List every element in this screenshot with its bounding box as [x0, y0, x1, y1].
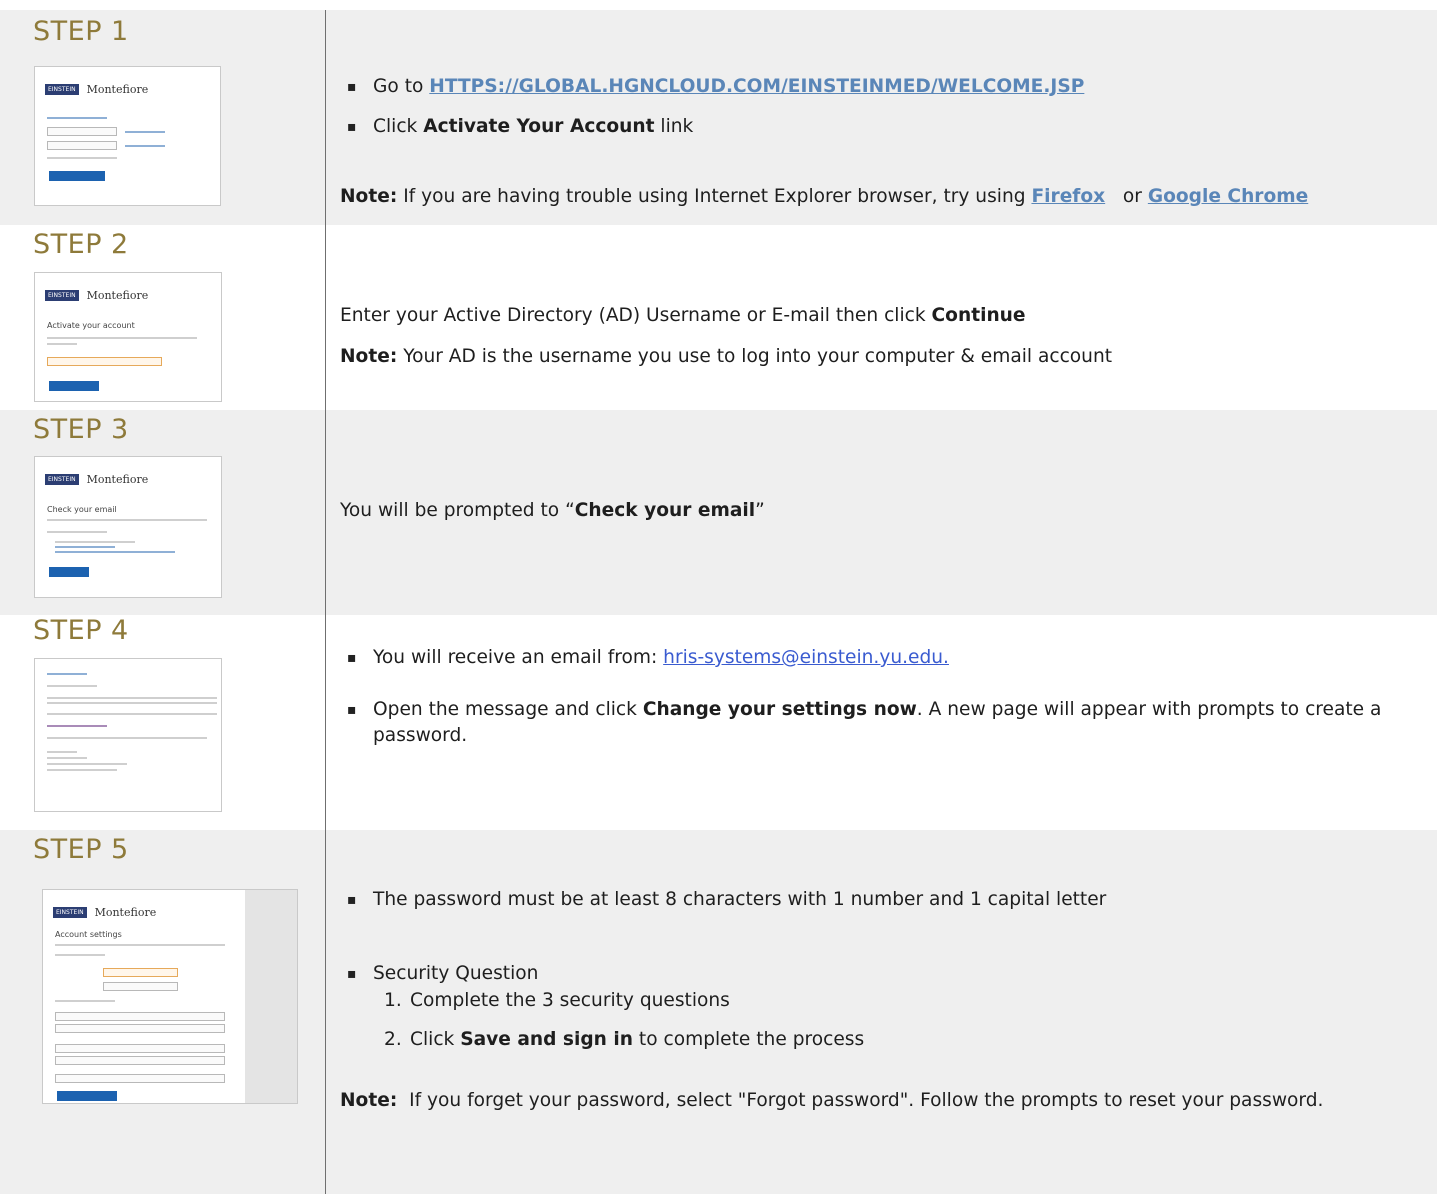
step-4-content: You will receive an email from: hris-sys…	[326, 615, 1437, 830]
step-1-note: Note: If you are having trouble using In…	[340, 186, 1309, 207]
step-5-row: STEP 5 EINSTEIN Montefiore Account settin…	[0, 830, 1437, 1194]
step-1-left: STEP 1 EINSTEIN Montefiore	[0, 10, 326, 225]
step-3-content: You will be prompted to “Check your emai…	[326, 410, 1437, 615]
welcome-url-link[interactable]: HTTPS://GLOBAL.HGNCLOUD.COM/EINSTEINMED/…	[429, 76, 1084, 97]
montefiore-brand: Montefiore	[86, 289, 149, 302]
step-2-note: Note: Your AD is the username you use to…	[340, 346, 1113, 367]
montefiore-brand: Montefiore	[86, 473, 149, 486]
step-5-bullet-security: Security Question	[340, 961, 1400, 987]
step-4-title: STEP 4	[33, 615, 129, 646]
step-5-title: STEP 5	[33, 834, 129, 865]
step-4-bullet-open: Open the message and click Change your s…	[340, 697, 1400, 749]
step-4-bullet-email: You will receive an email from: hris-sys…	[340, 645, 1400, 671]
step-1-screenshot: EINSTEIN Montefiore	[34, 66, 221, 206]
step-3-row: STEP 3 EINSTEIN Montefiore Check your ema…	[0, 410, 1437, 615]
firefox-link[interactable]: Firefox	[1031, 186, 1105, 207]
thumb-heading: Activate your account	[47, 321, 135, 330]
step-1-content: Go to HTTPS://GLOBAL.HGNCLOUD.COM/EINSTE…	[326, 10, 1437, 225]
step-5-bullet-password-rule: The password must be at least 8 characte…	[340, 887, 1400, 913]
step-1-bullet-activate: Click Activate Your Account link	[340, 114, 1084, 140]
thumb-heading: Check your email	[47, 505, 117, 514]
step-2-left: STEP 2 EINSTEIN Montefiore Activate your …	[0, 225, 326, 410]
step-2-row: STEP 2 EINSTEIN Montefiore Activate your …	[0, 225, 1437, 410]
hris-email-link[interactable]: hris-systems@einstein.yu.edu.	[663, 647, 949, 668]
step-5-screenshot: EINSTEIN Montefiore Account settings	[42, 889, 298, 1104]
step-4-screenshot	[34, 658, 222, 812]
step-3-instruction: You will be prompted to “Check your emai…	[340, 500, 765, 521]
steps-table: STEP 1 EINSTEIN Montefiore Go to HTTPS://…	[0, 10, 1437, 1194]
step-5-numbered-list: 1. Complete the 3 security questions 2. Cl…	[384, 988, 864, 1053]
einstein-logo: EINSTEIN	[53, 907, 87, 918]
step-1-row: STEP 1 EINSTEIN Montefiore Go to HTTPS://…	[0, 10, 1437, 225]
step-5-note: Note: If you forget your password, selec…	[340, 1090, 1324, 1111]
step-1-title: STEP 1	[33, 16, 129, 47]
step-4-row: STEP 4 You will receive an email from: h…	[0, 615, 1437, 830]
step-2-title: STEP 2	[33, 229, 129, 260]
montefiore-brand: Montefiore	[94, 906, 157, 919]
step-5-item-2: 2. Click Save and sign in to complete the…	[384, 1029, 865, 1050]
step-5-left: STEP 5 EINSTEIN Montefiore Account settin…	[0, 830, 326, 1194]
montefiore-brand: Montefiore	[86, 83, 149, 96]
step-3-screenshot: EINSTEIN Montefiore Check your email	[34, 456, 222, 598]
einstein-logo: EINSTEIN	[45, 84, 79, 95]
thumb-heading: Account settings	[55, 930, 122, 939]
step-3-title: STEP 3	[33, 414, 129, 445]
step-3-left: STEP 3 EINSTEIN Montefiore Check your ema…	[0, 410, 326, 615]
einstein-logo: EINSTEIN	[45, 290, 79, 301]
step-4-left: STEP 4	[0, 615, 326, 830]
step-2-content: Enter your Active Directory (AD) Usernam…	[326, 225, 1437, 410]
einstein-logo: EINSTEIN	[45, 474, 79, 485]
google-chrome-link[interactable]: Google Chrome	[1148, 186, 1308, 207]
step-2-instruction: Enter your Active Directory (AD) Usernam…	[340, 305, 1026, 326]
step-1-bullet-goto: Go to HTTPS://GLOBAL.HGNCLOUD.COM/EINSTE…	[340, 74, 1084, 100]
step-5-item-1: 1. Complete the 3 security questions	[384, 990, 730, 1011]
step-2-screenshot: EINSTEIN Montefiore Activate your account	[34, 272, 222, 402]
step-5-content: The password must be at least 8 characte…	[326, 830, 1437, 1194]
